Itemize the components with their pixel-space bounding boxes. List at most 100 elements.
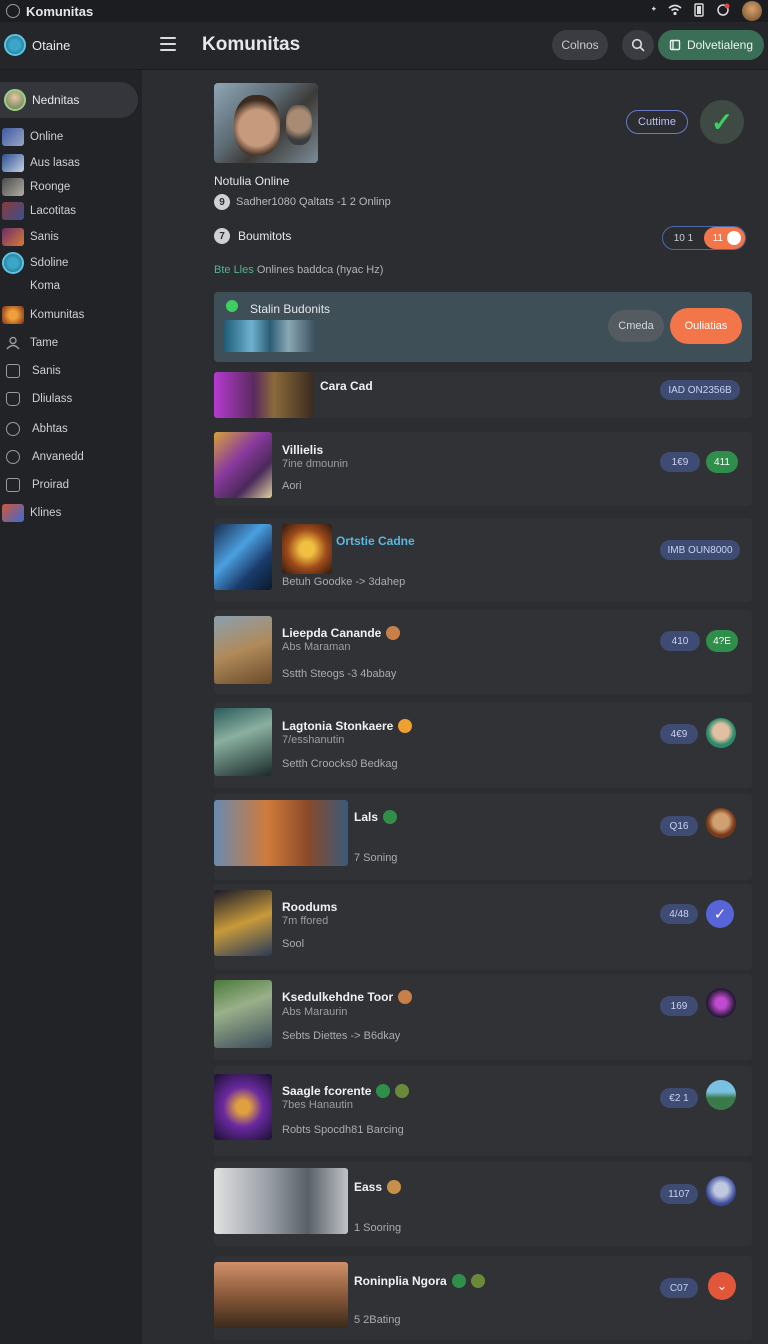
user-label: Otaine xyxy=(32,37,71,53)
row-subtitle: 7/esshanutin xyxy=(282,734,345,746)
player-avatar xyxy=(706,1080,736,1110)
sidebar-thumb xyxy=(2,154,24,172)
sidebar-item-abhtas[interactable]: Abhtas xyxy=(2,422,68,436)
emoji-icon xyxy=(398,990,413,1004)
sidebar-item-label: Koma xyxy=(30,280,61,292)
list-item[interactable]: Lieepda Canande Abs Maraman Sstth Steogs… xyxy=(214,610,752,694)
player-avatar xyxy=(706,988,736,1018)
list-item[interactable]: Lals 7 Soning Q16 xyxy=(214,794,752,880)
row-detail: Sstth Steogs -3 4babay xyxy=(282,668,397,680)
sidebar-item-sdoline[interactable]: Sdoline xyxy=(2,252,68,274)
list-item[interactable]: Cara Cad IAD ON2356B xyxy=(214,372,752,418)
row-badge: 1€9 xyxy=(660,452,700,472)
colnos-button[interactable]: Colnos xyxy=(552,30,608,60)
row-subtitle: Abs Maraman xyxy=(282,641,351,653)
list-item[interactable]: Saagle fcorente 7bes Hanautin Robts Spoc… xyxy=(214,1066,752,1156)
row-title: Lals xyxy=(354,810,398,824)
sidebar-item-proirad[interactable]: Proirad xyxy=(2,478,69,492)
hint-text: Bte Lles Onlines baddca (hyac Hz) xyxy=(214,264,383,276)
row-badge: 169 xyxy=(660,996,698,1016)
row-detail: Robts Spocdh81 Barcing xyxy=(282,1124,404,1136)
status-icon xyxy=(383,810,398,824)
highlight-title: Stalin Budonits xyxy=(250,302,331,316)
row-badge: C07 xyxy=(660,1278,698,1298)
menu-icon[interactable] xyxy=(160,37,176,51)
main-content: Notulia Online 9 Sadher1080 Qaltats -1 2… xyxy=(142,70,768,1344)
sidebar-item-komunitas[interactable]: Komunitas xyxy=(2,306,84,324)
sidebar-item-tame[interactable]: Tame xyxy=(2,336,58,350)
game-thumbnail xyxy=(214,708,272,776)
list-item[interactable]: Ksedulkehdne Toor Abs Maraurin Sebts Die… xyxy=(214,974,752,1060)
list-item[interactable]: Roodums 7m ffored Sool 4/48 ✓ xyxy=(214,884,752,970)
player-avatar xyxy=(706,718,736,748)
search-button[interactable] xyxy=(622,30,654,60)
sidebar-item-label: Abhtas xyxy=(32,423,68,435)
game-thumbnail xyxy=(214,1074,272,1140)
row-detail: 5 2Bating xyxy=(354,1314,401,1326)
ouliatias-button[interactable]: Ouliatias xyxy=(670,308,742,344)
list-item[interactable]: Roninplia Ngora 5 2Bating C07 ⌄ xyxy=(214,1256,752,1340)
cuttime-button[interactable]: Cuttime xyxy=(626,110,688,134)
row-badge: Q16 xyxy=(660,816,698,836)
sidebar-item-dliulass[interactable]: Dliulass xyxy=(2,392,72,406)
toggle-on: 11 xyxy=(703,227,745,249)
sidebar-active-label: Nednitas xyxy=(32,93,80,107)
sidebar-item-label: Dliulass xyxy=(32,393,73,405)
clipboard-icon xyxy=(669,39,681,51)
sidebar-item-sanis[interactable]: Sanis xyxy=(2,228,59,246)
row-badge: 4€9 xyxy=(660,724,698,744)
hint-accent: Bte Lles xyxy=(214,264,254,276)
player-avatar xyxy=(706,1176,736,1206)
sidebar-item-koma[interactable]: Koma xyxy=(2,280,60,292)
chevron-down-icon[interactable]: ⌄ xyxy=(708,1272,736,1300)
toggle-right-label: 11 xyxy=(712,232,723,244)
folder-icon xyxy=(6,392,20,406)
sidebar-item-klines[interactable]: Klines xyxy=(2,504,61,522)
cmeda-button[interactable]: Cmeda xyxy=(608,310,664,342)
sidebar-item-label: Klines xyxy=(30,507,62,519)
list-item[interactable]: Eass 1 Sooring 1107 xyxy=(214,1162,752,1246)
profile-avatar[interactable] xyxy=(742,1,762,21)
sidebar-item-sanis-2[interactable]: Sanis xyxy=(2,364,61,378)
sidebar-item-anvanedd[interactable]: Anvanedd xyxy=(2,450,84,464)
user-chip[interactable]: Otaine xyxy=(4,34,70,56)
sidebar-avatar xyxy=(4,89,26,111)
bounties-row: 7 Boumitots xyxy=(214,228,291,244)
sidebar-item-active[interactable]: Nednitas xyxy=(0,82,138,118)
profile-image xyxy=(214,83,318,163)
online-dot-icon xyxy=(226,300,238,312)
signal-icon: ᐩ xyxy=(651,4,656,18)
row-title: Saagle fcorente xyxy=(282,1084,410,1098)
primary-action-button[interactable]: Dolvetialeng xyxy=(658,30,764,60)
profile-sub-text: Sadher1080 Qaltats -1 2 Onlinp xyxy=(236,196,391,208)
row-detail: Setth Croocks0 Bedkag xyxy=(282,758,398,770)
sidebar-item-roonge[interactable]: Roonge xyxy=(2,178,70,196)
list-item[interactable]: Ortstie Cadne Betuh Goodke -> 3dahep IMB… xyxy=(214,518,752,602)
highlight-card[interactable]: Stalin Budonits Cmeda Ouliatias xyxy=(214,292,752,362)
confirm-button[interactable]: ✓ xyxy=(700,100,744,144)
list-item[interactable]: Villielis 7ine dmounin Aori 1€9 411 xyxy=(214,432,752,506)
sidebar-thumb xyxy=(2,504,24,522)
status-icons: ᐩ xyxy=(651,1,762,21)
status-icon xyxy=(376,1084,391,1098)
row-title: Villielis xyxy=(282,443,324,457)
sidebar-item-lacotitas[interactable]: Lacotitas xyxy=(2,202,76,220)
top-bar: Otaine Komunitas Colnos Dolvetialeng xyxy=(0,22,768,70)
list-item[interactable]: Lagtonia Stonkaere 7/esshanutin Setth Cr… xyxy=(214,702,752,788)
sidebar-item-aus-lasas[interactable]: Aus lasas xyxy=(2,154,80,172)
row-badge: €2 1 xyxy=(660,1088,698,1108)
notification-icon[interactable] xyxy=(716,3,730,20)
sidebar-item-label: Sanis xyxy=(32,365,61,377)
status-icon xyxy=(451,1274,466,1288)
battery-icon xyxy=(694,2,704,20)
row-subtitle: 7ine dmounin xyxy=(282,458,349,470)
search-icon xyxy=(631,38,645,52)
game-thumbnail xyxy=(214,616,272,684)
bounties-toggle[interactable]: 10 1 11 xyxy=(662,226,746,250)
row-badge: 1107 xyxy=(660,1184,698,1204)
sidebar-thumb xyxy=(2,128,24,146)
row-title: Lagtonia Stonkaere xyxy=(282,719,413,733)
page-title: Komunitas xyxy=(202,34,301,55)
sidebar-item-online[interactable]: Online xyxy=(2,128,63,146)
emoji-icon xyxy=(387,1180,402,1194)
